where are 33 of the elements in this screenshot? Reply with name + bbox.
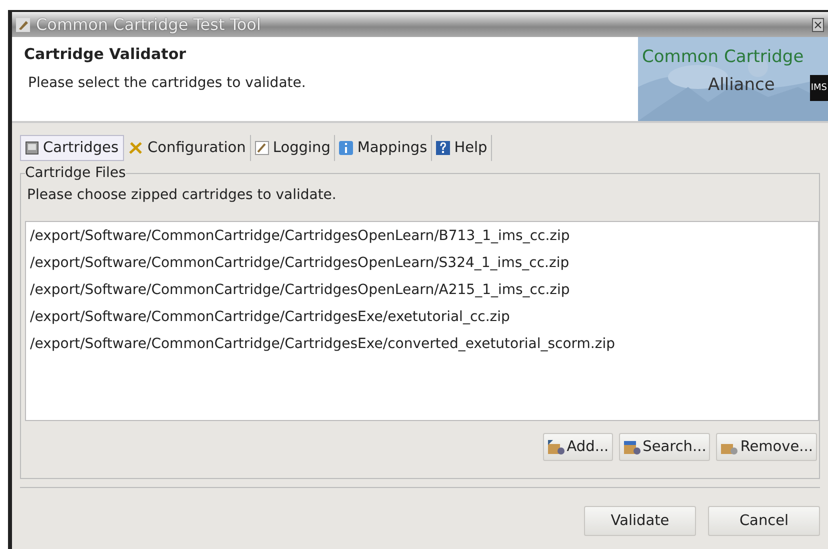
banner-title: Common Cartridge [642,47,804,67]
tab[interactable]: Help [432,135,492,161]
box-icon [546,439,565,455]
tab[interactable]: Configuration [124,135,251,161]
pencil-icon [16,18,30,32]
dialog-button[interactable]: Cancel [708,506,820,536]
banner-subtitle: Alliance [708,75,775,95]
logo-badge: IMS [810,75,828,101]
file-item[interactable]: /export/Software/CommonCartridge/CartridgesExe/converted_exetutorial_scorm.zip [26,333,818,360]
group-description: Please choose zipped cartridges to validate. [27,187,338,203]
file-list[interactable] [25,221,819,421]
group-title: Cartridge Files [25,165,126,181]
header-subtitle: Please select the cartridges to validate. [28,75,307,91]
box-icon [622,439,641,455]
file-button[interactable]: Search... [618,433,710,461]
help-icon [436,141,450,155]
dialog-button[interactable]: Validate [584,506,696,536]
file-item[interactable]: /export/Software/CommonCartridge/CartridgesOpenLearn/B713_1_ims_cc.zip [26,225,818,252]
file-item[interactable]: /export/Software/CommonCartridge/CartridgesOpenLearn/S324_1_ims_cc.zip [26,252,818,279]
header-title: Cartridge Validator [24,45,188,63]
window-title: Common Cartridge Test Tool [36,15,262,34]
cartridge-icon [25,141,39,155]
pencil-icon [254,141,269,155]
tools-icon [128,141,144,155]
tab[interactable]: Mappings [335,135,432,161]
close-icon[interactable] [812,18,824,32]
tab[interactable]: Logging [250,135,336,161]
file-button[interactable]: Add... [542,433,613,461]
file-item[interactable]: /export/Software/CommonCartridge/CartridgesExe/exetutorial_cc.zip [26,306,818,333]
file-button[interactable]: Remove... [716,433,817,461]
file-item[interactable]: /export/Software/CommonCartridge/CartridgesOpenLearn/A215_1_ims_cc.zip [26,279,818,306]
tab[interactable]: Cartridges [20,135,124,161]
info-icon [339,141,354,155]
